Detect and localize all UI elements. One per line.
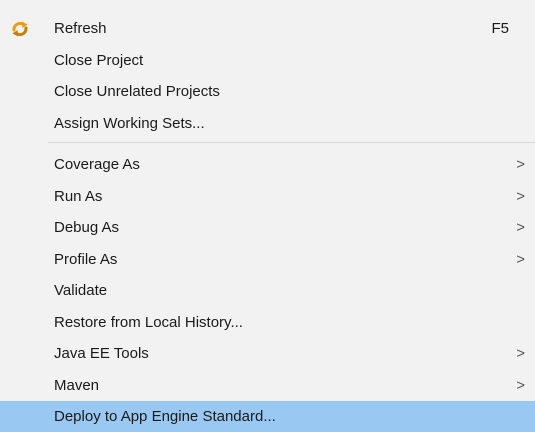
menu-item-label: Assign Working Sets... (54, 114, 205, 132)
menu-item-coverage-as[interactable]: Coverage As > (0, 149, 535, 181)
menu-item-close-unrelated-projects[interactable]: Close Unrelated Projects (0, 76, 535, 108)
menu-item-deploy-to-app-engine-standard[interactable]: Deploy to App Engine Standard... (0, 401, 535, 432)
chevron-right-icon: > (516, 219, 525, 236)
menu-item-label: Run As (54, 187, 103, 205)
menu-item-label: Close Project (54, 51, 144, 69)
menu-item-label: Profile As (54, 250, 118, 268)
menu-item-label: Restore from Local History... (54, 313, 243, 331)
chevron-right-icon: > (516, 345, 525, 362)
menu-item-label: Debug As (54, 219, 120, 236)
menu-item-debug-as[interactable]: Debug As > (0, 212, 535, 244)
menu-item-label: Validate (54, 282, 108, 299)
menu-item-label: Maven (54, 376, 100, 394)
menu-separator (48, 142, 535, 143)
context-menu: Refresh F5 Close Project Close Unrelated… (0, 0, 535, 432)
menu-item-run-as[interactable]: Run As > (0, 181, 535, 213)
menu-item-label: Java EE Tools (54, 345, 149, 362)
refresh-icon (10, 19, 30, 39)
menu-group-run: Coverage As > Run As > Debug As > Profil… (0, 149, 535, 432)
menu-item-assign-working-sets[interactable]: Assign Working Sets... (0, 108, 535, 140)
menu-group-project: Refresh F5 Close Project Close Unrelated… (0, 13, 535, 139)
menu-item-validate[interactable]: Validate (0, 275, 535, 307)
chevron-right-icon: > (516, 376, 525, 394)
shortcut-label: F5 (491, 20, 509, 37)
menu-item-label: Refresh (54, 20, 107, 37)
menu-item-label: Close Unrelated Projects (54, 83, 220, 100)
chevron-right-icon: > (516, 156, 525, 173)
menu-item-java-ee-tools[interactable]: Java EE Tools > (0, 338, 535, 370)
menu-item-close-project[interactable]: Close Project (0, 45, 535, 77)
menu-item-profile-as[interactable]: Profile As > (0, 244, 535, 276)
menu-item-restore-from-local-history[interactable]: Restore from Local History... (0, 307, 535, 339)
chevron-right-icon: > (516, 250, 525, 268)
menu-item-maven[interactable]: Maven > (0, 370, 535, 402)
menu-item-label: Coverage As (54, 156, 140, 173)
menu-item-label: Deploy to App Engine Standard... (54, 408, 276, 425)
menu-item-refresh[interactable]: Refresh F5 (0, 13, 535, 45)
chevron-right-icon: > (516, 187, 525, 205)
